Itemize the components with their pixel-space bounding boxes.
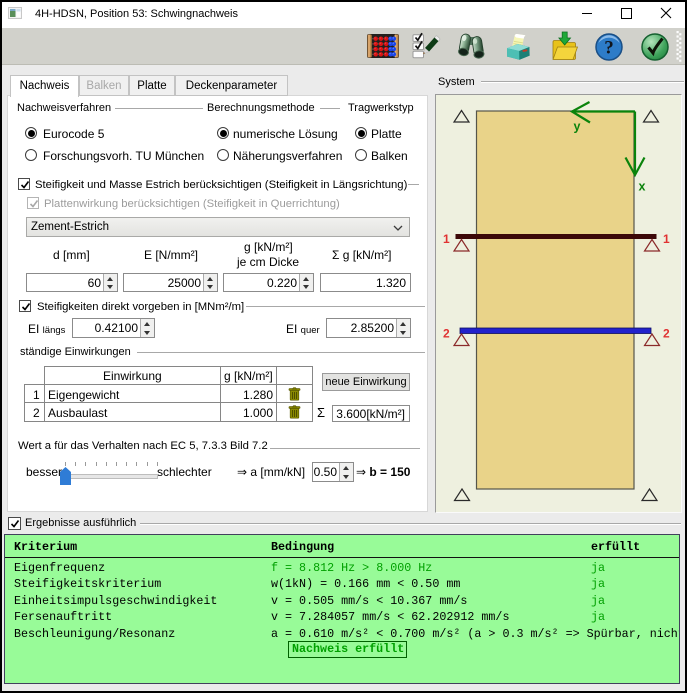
svg-text:1: 1 — [443, 232, 450, 246]
svg-text:2: 2 — [443, 327, 450, 341]
svg-text:?: ? — [604, 38, 614, 59]
svg-text:1: 1 — [663, 232, 670, 246]
svg-text:y: y — [574, 120, 581, 134]
svg-text:2: 2 — [663, 327, 670, 341]
svg-text:x: x — [639, 180, 646, 194]
